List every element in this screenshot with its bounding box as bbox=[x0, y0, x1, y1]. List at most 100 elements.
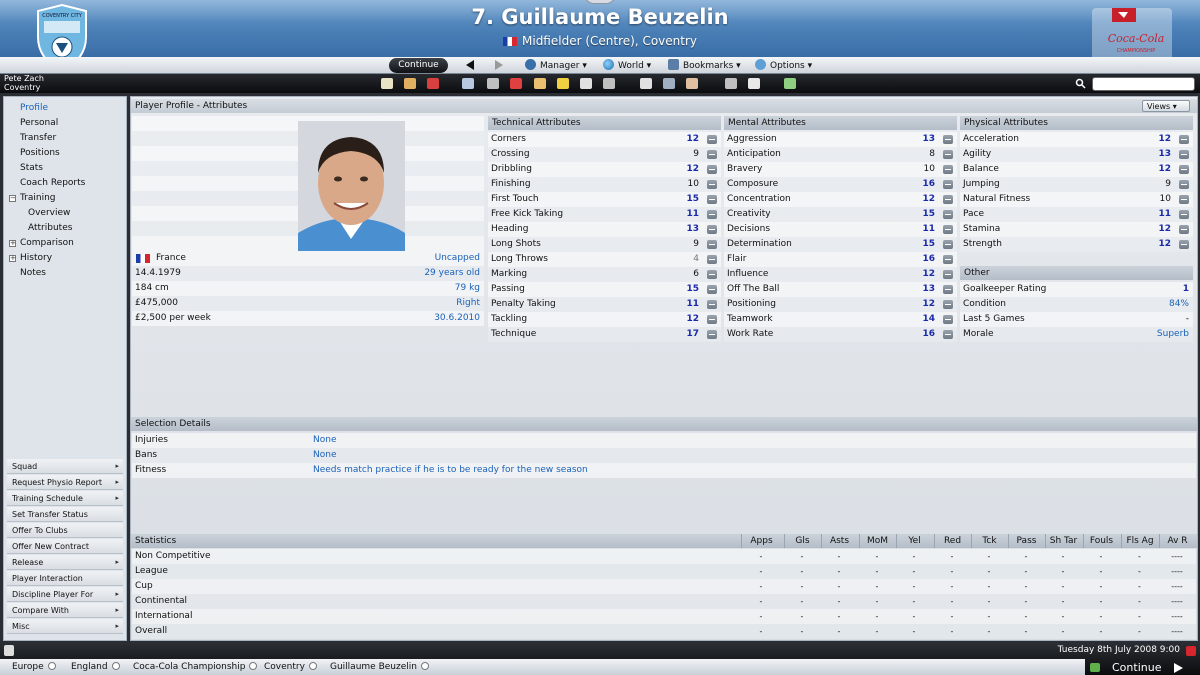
minus-icon[interactable] bbox=[943, 300, 953, 309]
action-player-interaction[interactable]: Player Interaction bbox=[7, 571, 123, 586]
stat-column-apps[interactable]: Apps bbox=[741, 534, 781, 548]
notes-icon[interactable] bbox=[4, 645, 14, 656]
minus-icon[interactable] bbox=[707, 225, 717, 234]
breadcrumb-item[interactable]: Coventry bbox=[264, 660, 317, 674]
minus-icon[interactable] bbox=[943, 135, 953, 144]
stat-column-fouls[interactable]: Fouls bbox=[1083, 534, 1119, 548]
minus-icon[interactable] bbox=[707, 180, 717, 189]
minus-icon[interactable] bbox=[943, 315, 953, 324]
minus-icon[interactable] bbox=[707, 330, 717, 339]
stat-column-av-r[interactable]: Av R bbox=[1159, 534, 1195, 548]
minus-icon[interactable] bbox=[943, 225, 953, 234]
action-set-transfer-status[interactable]: Set Transfer Status bbox=[7, 507, 123, 522]
action-offer-to-clubs[interactable]: Offer To Clubs bbox=[7, 523, 123, 538]
action-squad[interactable]: Squad ▸ bbox=[7, 459, 123, 474]
options-menu[interactable]: Options ▾ bbox=[755, 59, 812, 72]
minus-icon[interactable] bbox=[943, 195, 953, 204]
back-arrow-icon[interactable] bbox=[466, 60, 474, 70]
action-request-physio-report[interactable]: Request Physio Report ▸ bbox=[7, 475, 123, 490]
trophy-icon[interactable] bbox=[603, 78, 615, 89]
minus-icon[interactable] bbox=[943, 270, 953, 279]
stat-column-pass[interactable]: Pass bbox=[1008, 534, 1044, 548]
minus-icon[interactable] bbox=[943, 210, 953, 219]
world-menu[interactable]: World ▾ bbox=[603, 59, 651, 72]
breadcrumb-arrow-icon[interactable] bbox=[111, 662, 120, 670]
sidebar-toggle-icon[interactable]: + bbox=[9, 255, 16, 262]
action-training-schedule[interactable]: Training Schedule ▸ bbox=[7, 491, 123, 506]
training-icon[interactable] bbox=[510, 78, 522, 89]
minus-icon[interactable] bbox=[943, 285, 953, 294]
minus-icon[interactable] bbox=[707, 270, 717, 279]
minus-icon[interactable] bbox=[943, 150, 953, 159]
stat-column-red[interactable]: Red bbox=[934, 534, 970, 548]
squad-icon[interactable] bbox=[462, 78, 474, 89]
breadcrumb-item[interactable]: England bbox=[71, 660, 120, 674]
sidebar-item-overview[interactable]: Overview bbox=[28, 206, 70, 221]
minus-icon[interactable] bbox=[943, 330, 953, 339]
stat-column-fls-ag[interactable]: Fls Ag bbox=[1121, 534, 1158, 548]
minus-icon[interactable] bbox=[1179, 135, 1189, 144]
minus-icon[interactable] bbox=[943, 255, 953, 264]
breadcrumb-item[interactable]: Europe bbox=[12, 660, 56, 674]
stat-column-asts[interactable]: Asts bbox=[821, 534, 857, 548]
minus-icon[interactable] bbox=[707, 300, 717, 309]
action-misc[interactable]: Misc ▸ bbox=[7, 619, 123, 634]
minus-icon[interactable] bbox=[1179, 210, 1189, 219]
sidebar-item-stats[interactable]: Stats bbox=[20, 161, 43, 176]
bookmarks-menu[interactable]: Bookmarks ▾ bbox=[668, 59, 741, 72]
minus-icon[interactable] bbox=[707, 150, 717, 159]
sidebar-item-transfer[interactable]: Transfer bbox=[20, 131, 56, 146]
calendar-icon[interactable] bbox=[1186, 646, 1196, 656]
search-icon[interactable] bbox=[1075, 78, 1086, 89]
action-release[interactable]: Release ▸ bbox=[7, 555, 123, 570]
action-discipline-player-for[interactable]: Discipline Player For ▸ bbox=[7, 587, 123, 602]
settings-icon[interactable] bbox=[784, 78, 796, 89]
transfers-icon[interactable] bbox=[686, 78, 698, 89]
minus-icon[interactable] bbox=[707, 135, 717, 144]
sidebar-item-history[interactable]: History bbox=[20, 251, 52, 266]
sidebar-item-comparison[interactable]: Comparison bbox=[20, 236, 74, 251]
minus-icon[interactable] bbox=[1179, 225, 1189, 234]
action-compare-with[interactable]: Compare With ▸ bbox=[7, 603, 123, 618]
help-icon[interactable] bbox=[748, 78, 760, 89]
views-button[interactable]: Views ▾ bbox=[1142, 100, 1190, 112]
minus-icon[interactable] bbox=[707, 195, 717, 204]
sidebar-item-attributes[interactable]: Attributes bbox=[28, 221, 72, 236]
minus-icon[interactable] bbox=[707, 285, 717, 294]
tactics-icon[interactable] bbox=[487, 78, 499, 89]
breadcrumb-item[interactable]: Guillaume Beuzelin bbox=[330, 660, 429, 674]
stat-column-yel[interactable]: Yel bbox=[896, 534, 932, 548]
breadcrumb-arrow-icon[interactable] bbox=[249, 662, 258, 670]
stat-column-tck[interactable]: Tck bbox=[971, 534, 1007, 548]
manager-menu[interactable]: Manager ▾ bbox=[525, 59, 587, 72]
continue-button[interactable]: Continue bbox=[389, 58, 448, 73]
minus-icon[interactable] bbox=[943, 240, 953, 249]
forward-arrow-icon[interactable] bbox=[495, 60, 503, 70]
minus-icon[interactable] bbox=[707, 165, 717, 174]
history-icon[interactable] bbox=[663, 78, 675, 89]
minus-icon[interactable] bbox=[707, 240, 717, 249]
action-offer-new-contract[interactable]: Offer New Contract bbox=[7, 539, 123, 554]
sidebar-toggle-icon[interactable]: + bbox=[9, 240, 16, 247]
stat-column-sh-tar[interactable]: Sh Tar bbox=[1045, 534, 1081, 548]
sidebar-toggle-icon[interactable]: − bbox=[9, 195, 16, 202]
sidebar-item-profile[interactable]: Profile bbox=[20, 101, 48, 116]
minus-icon[interactable] bbox=[707, 255, 717, 264]
minus-icon[interactable] bbox=[1179, 180, 1189, 189]
finance-icon[interactable] bbox=[557, 78, 569, 89]
sidebar-item-notes[interactable]: Notes bbox=[20, 266, 46, 281]
stats-icon[interactable] bbox=[640, 78, 652, 89]
sidebar-item-training[interactable]: Training bbox=[20, 191, 56, 206]
news-icon[interactable] bbox=[580, 78, 592, 89]
breadcrumb-arrow-icon[interactable] bbox=[47, 662, 56, 670]
stat-column-gls[interactable]: Gls bbox=[784, 534, 820, 548]
sidebar-item-personal[interactable]: Personal bbox=[20, 116, 58, 131]
minus-icon[interactable] bbox=[943, 165, 953, 174]
minus-icon[interactable] bbox=[1179, 195, 1189, 204]
search-input[interactable] bbox=[1092, 77, 1195, 91]
breadcrumb-arrow-icon[interactable] bbox=[308, 662, 317, 670]
inbox-icon[interactable] bbox=[404, 78, 416, 89]
calendar-icon[interactable] bbox=[427, 78, 439, 89]
minus-icon[interactable] bbox=[707, 210, 717, 219]
breadcrumb-item[interactable]: Coca-Cola Championship bbox=[133, 660, 258, 674]
